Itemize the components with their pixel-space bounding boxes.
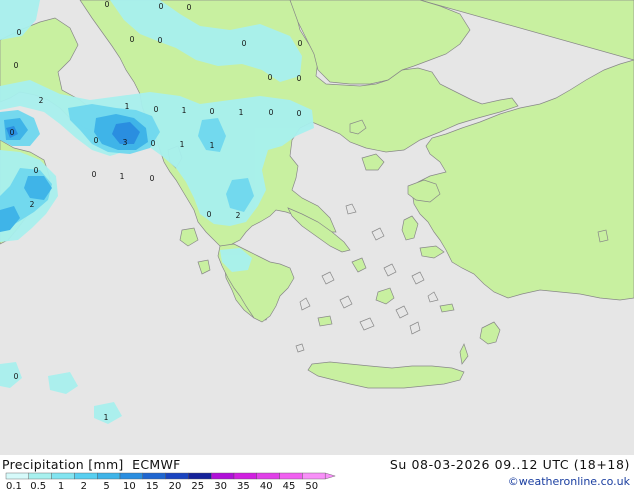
point-value-label: 0 bbox=[92, 170, 97, 179]
precipitation-map: 0 0 0 0 0 0 0 0 0 0 0 2 1 0 1 0 1 0 0 0 0 3 0 1 1 0 0 1 0 2 0 2 0 1 bbox=[0, 0, 634, 455]
point-value-label: 0 bbox=[207, 210, 212, 219]
point-value-label: 0 bbox=[187, 3, 192, 12]
point-value-label: 0 bbox=[242, 39, 247, 48]
point-value-label: 0 bbox=[297, 74, 302, 83]
point-value-label: 0 bbox=[154, 105, 159, 114]
point-value-label: 0 bbox=[150, 174, 155, 183]
legend-swatch bbox=[165, 472, 189, 480]
legend-swatch bbox=[51, 472, 75, 480]
point-value-label: 0 bbox=[269, 108, 274, 117]
point-value-label: 0 bbox=[10, 128, 15, 137]
point-value-label: 0 bbox=[94, 136, 99, 145]
point-value-label: 0 bbox=[130, 35, 135, 44]
precipitation-legend: 0.1 0.5 1 2 5 10 15 20 25 30 35 40 45 50 bbox=[5, 472, 336, 490]
model-label: ECMWF bbox=[132, 457, 181, 472]
product-title: Precipitation [mm] ECMWF bbox=[2, 457, 181, 472]
legend-tick-label: 25 bbox=[191, 481, 204, 490]
point-value-label: 0 bbox=[297, 109, 302, 118]
point-value-label: 2 bbox=[30, 200, 35, 209]
legend-arrow bbox=[325, 472, 336, 480]
legend-tick-label: 10 bbox=[123, 481, 136, 490]
legend-tick-label: 50 bbox=[305, 481, 318, 490]
legend-tick-label: 15 bbox=[146, 481, 159, 490]
point-value-label: 0 bbox=[298, 39, 303, 48]
legend-swatch bbox=[210, 472, 235, 480]
point-value-label: 0 bbox=[34, 166, 39, 175]
point-value-label: 0 bbox=[268, 73, 273, 82]
legend-swatch bbox=[233, 472, 257, 480]
legend-tick-label: 0.5 bbox=[30, 481, 46, 490]
point-value-label: 0 bbox=[210, 107, 215, 116]
legend-swatch bbox=[279, 472, 303, 480]
legend-tick-label: 30 bbox=[214, 481, 227, 490]
point-value-label: 1 bbox=[182, 106, 187, 115]
point-value-label: 2 bbox=[236, 211, 241, 220]
legend-swatch bbox=[256, 472, 280, 480]
legend-swatch bbox=[302, 472, 326, 480]
legend-tick-label: 20 bbox=[169, 481, 182, 490]
point-value-label: 0 bbox=[17, 28, 22, 37]
legend-swatch bbox=[119, 472, 143, 480]
point-value-label: 1 bbox=[104, 413, 109, 422]
legend-tick-label: 45 bbox=[283, 481, 296, 490]
point-value-label: 1 bbox=[210, 141, 215, 150]
legend-tick-label: 35 bbox=[237, 481, 250, 490]
legend-tick-label: 40 bbox=[260, 481, 273, 490]
point-value-label: 3 bbox=[123, 138, 128, 147]
legend-tick-label: 0.1 bbox=[6, 481, 22, 490]
legend-swatch bbox=[142, 472, 166, 480]
point-value-label: 0 bbox=[158, 36, 163, 45]
credit-link[interactable]: ©weatheronline.co.uk bbox=[508, 475, 630, 488]
legend-tick-label: 2 bbox=[81, 481, 87, 490]
point-value-label: 1 bbox=[120, 172, 125, 181]
point-value-label: 0 bbox=[159, 2, 164, 11]
point-value-label: 0 bbox=[14, 372, 19, 381]
legend-tick-label: 5 bbox=[103, 481, 109, 490]
point-value-label: 1 bbox=[125, 102, 130, 111]
point-value-label: 2 bbox=[39, 96, 44, 105]
legend-swatch bbox=[188, 472, 212, 480]
legend-swatch bbox=[5, 472, 29, 480]
legend-tick-label: 1 bbox=[58, 481, 64, 490]
point-value-label: 0 bbox=[14, 61, 19, 70]
valid-time: Su 08-03-2026 09..12 UTC (18+18) bbox=[389, 457, 630, 472]
point-value-label: 1 bbox=[180, 140, 185, 149]
land-milos bbox=[317, 315, 333, 327]
point-value-label: 1 bbox=[239, 108, 244, 117]
legend-swatch bbox=[74, 472, 98, 480]
point-value-label: 0 bbox=[151, 139, 156, 148]
product-label: Precipitation [mm] bbox=[2, 457, 124, 472]
point-value-label: 0 bbox=[105, 0, 110, 9]
weather-map-figure: 0000000000021010100003011001020201 Preci… bbox=[0, 0, 634, 490]
legend-swatch bbox=[28, 472, 52, 480]
legend-swatch bbox=[96, 472, 121, 480]
